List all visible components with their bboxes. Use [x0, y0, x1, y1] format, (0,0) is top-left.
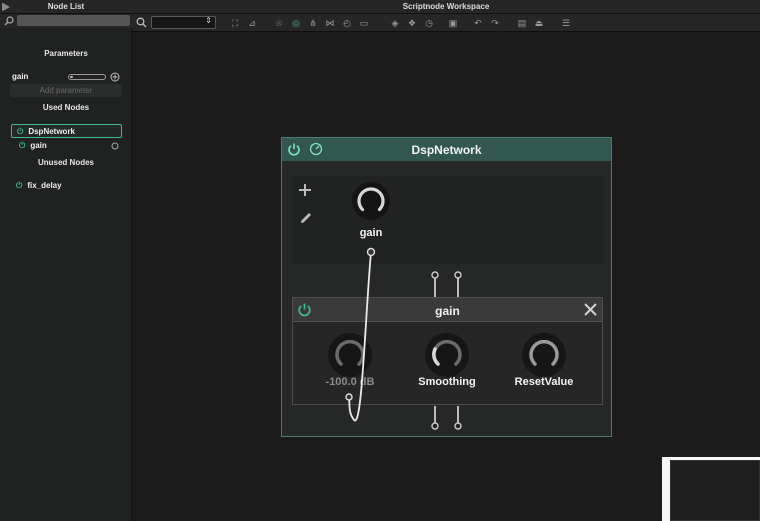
active-icon[interactable]: ◎: [290, 17, 302, 29]
smoothing-knob[interactable]: [424, 332, 470, 378]
history-icon[interactable]: ◴: [341, 17, 353, 29]
power-icon[interactable]: ⏻: [16, 181, 22, 191]
zoom-fit-icon[interactable]: ⛶: [229, 17, 241, 29]
updown-arrow-icon: ⇕: [205, 16, 212, 25]
save-icon[interactable]: ▤: [516, 17, 528, 29]
cubes-icon[interactable]: ❖: [406, 17, 418, 29]
connection-pins: [431, 271, 462, 298]
search-icon: [4, 16, 14, 26]
parameter-slider[interactable]: [68, 74, 106, 80]
network-header[interactable]: DspNetwork: [282, 138, 611, 161]
power-icon[interactable]: ⏻: [17, 127, 23, 137]
add-circle-icon[interactable]: [110, 72, 120, 82]
smoothing-knob-label: Smoothing: [418, 376, 476, 388]
network-parameter-panel: gain: [292, 176, 604, 264]
cube-icon[interactable]: ◈: [389, 17, 401, 29]
gain-knob[interactable]: [327, 332, 373, 378]
collapse-arrow-icon: [2, 3, 9, 11]
add-icon[interactable]: [297, 182, 313, 198]
used-node-dspnetwork[interactable]: ⏻ DspNetwork: [11, 124, 122, 138]
gain-node-header[interactable]: gain: [293, 298, 602, 322]
undo-icon[interactable]: ↶: [472, 17, 484, 29]
used-nodes-title: Used Nodes: [42, 103, 90, 112]
parameter-name: gain: [12, 72, 29, 81]
bypass-icon[interactable]: ⊗: [273, 17, 285, 29]
node-list-title: Node List: [47, 2, 85, 11]
node-search-input[interactable]: [17, 15, 130, 26]
clock-icon[interactable]: ◷: [423, 17, 435, 29]
node-list-titlebar: Node List: [0, 0, 132, 14]
parameters-title: Parameters: [44, 49, 88, 58]
gain-node-body: -100.0 dB Smoothing ResetValue: [293, 322, 602, 404]
resetvalue-knob-label: ResetValue: [514, 376, 574, 388]
close-icon[interactable]: [584, 303, 597, 316]
workspace-title: Scriptnode Workspace: [402, 2, 490, 11]
gain-parameter-knob[interactable]: [351, 181, 391, 221]
chart-icon[interactable]: ⊿: [246, 17, 258, 29]
node-selector-dropdown[interactable]: ⇕: [151, 16, 216, 29]
gain-node-title: gain: [435, 304, 460, 318]
minimap[interactable]: [662, 457, 760, 521]
gain-node[interactable]: gain -100.0 dB Smoothing ResetValue: [292, 297, 603, 405]
unused-node-fix-delay[interactable]: ⏻ fix_delay: [11, 179, 122, 193]
modulation-dot-icon: [111, 142, 119, 150]
node-search-bar: [0, 14, 132, 28]
add-parameter-button[interactable]: Add parameter: [10, 84, 122, 97]
pencil-icon[interactable]: [298, 210, 314, 226]
redo-icon[interactable]: ↷: [489, 17, 501, 29]
workspace-toolbar: ⇕ ⛶ ⊿ ⊗ ◎ ⋔ ⋈ ◴ ▭ ◈ ❖ ◷ ▣ ↶ ↷ ▤ ⏏ ☰: [132, 14, 760, 32]
node-label: DspNetwork: [28, 127, 76, 136]
parameter-row: gain: [12, 72, 124, 84]
node-item: ⏻ gain: [19, 141, 47, 151]
resetvalue-knob[interactable]: [521, 332, 567, 378]
node-item: ⏻ DspNetwork: [17, 127, 75, 137]
eject-icon[interactable]: ⏏: [533, 17, 545, 29]
node-label: gain: [30, 141, 47, 150]
properties-icon[interactable]: ☰: [560, 17, 572, 29]
node-label: fix_delay: [27, 181, 62, 190]
minimap-viewport[interactable]: [670, 460, 760, 521]
hierarchy-icon[interactable]: ⋈: [324, 17, 336, 29]
output-pins: [431, 406, 462, 430]
network-title: DspNetwork: [411, 143, 482, 157]
power-icon[interactable]: ⏻: [19, 141, 25, 151]
unused-nodes-title: Unused Nodes: [37, 158, 94, 167]
gain-knob-label: -100.0 dB: [325, 376, 375, 388]
slider-thumb[interactable]: [70, 76, 73, 78]
node-item: ⏻ fix_delay: [16, 181, 62, 191]
split-icon[interactable]: ⋔: [307, 17, 319, 29]
gain-parameter-label: gain: [359, 227, 383, 239]
workspace-titlebar: Scriptnode Workspace: [2, 0, 760, 14]
lock-icon[interactable]: ▣: [447, 17, 459, 29]
used-node-gain[interactable]: ⏻ gain: [11, 139, 122, 153]
node-list-panel: Parameters gain Add parameter Used Nodes…: [0, 14, 132, 521]
comment-icon[interactable]: ▭: [358, 17, 370, 29]
search-icon[interactable]: [136, 17, 147, 28]
